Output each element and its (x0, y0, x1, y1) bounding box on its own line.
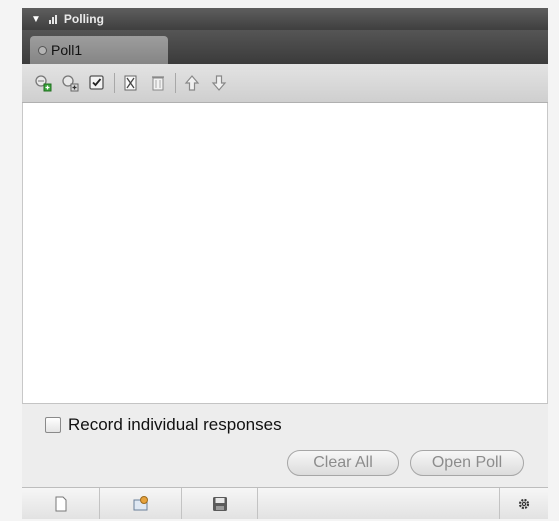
panel-header[interactable]: ▼ Polling (22, 8, 548, 30)
cut-button[interactable] (120, 72, 142, 94)
share-icon (133, 495, 148, 510)
open-poll-button[interactable]: Open Poll (410, 450, 524, 476)
status-dot-icon (38, 45, 47, 55)
record-responses-checkbox[interactable] (45, 417, 61, 433)
delete-button[interactable] (147, 72, 169, 94)
triangle-down-icon[interactable]: ▼ (31, 14, 41, 25)
bar-graph-icon (48, 14, 57, 24)
bottom-bar (22, 487, 548, 519)
gear-icon (518, 498, 530, 509)
toolbar (22, 64, 548, 103)
add-question-button[interactable] (59, 72, 81, 94)
polling-panel: ▼ Polling Poll1 Record individual respon… (0, 0, 559, 521)
add-poll-button[interactable] (32, 72, 54, 94)
settings-button[interactable] (500, 488, 548, 519)
add-question-icon (62, 75, 79, 92)
clear-all-button[interactable]: Clear All (287, 450, 399, 476)
save-button[interactable] (182, 488, 258, 519)
arrow-down-icon (211, 75, 227, 91)
add-answer-button[interactable] (86, 72, 108, 94)
trash-icon (152, 76, 164, 91)
tab-poll1[interactable]: Poll1 (30, 36, 168, 64)
move-up-button[interactable] (181, 72, 203, 94)
save-icon (212, 496, 227, 511)
new-document-icon (55, 496, 66, 511)
share-button[interactable] (100, 488, 182, 519)
poll-list[interactable] (22, 103, 548, 403)
move-down-button[interactable] (208, 72, 230, 94)
arrow-up-icon (184, 75, 200, 91)
toolbar-separator (175, 73, 176, 93)
checkbox-answer-icon (89, 75, 104, 90)
record-responses-option[interactable]: Record individual responses (45, 415, 282, 435)
panel-title: Polling (63, 12, 104, 26)
toolbar-separator (114, 73, 115, 93)
bottom-bar-spacer (258, 488, 500, 519)
options-area: Record individual responses Clear All Op… (22, 403, 548, 487)
record-responses-label: Record individual responses (68, 415, 282, 434)
add-poll-icon (35, 75, 52, 92)
cut-icon (124, 75, 137, 91)
tab-strip: Poll1 (22, 30, 548, 64)
tab-label: Poll1 (51, 42, 83, 58)
new-document-button[interactable] (22, 488, 100, 519)
